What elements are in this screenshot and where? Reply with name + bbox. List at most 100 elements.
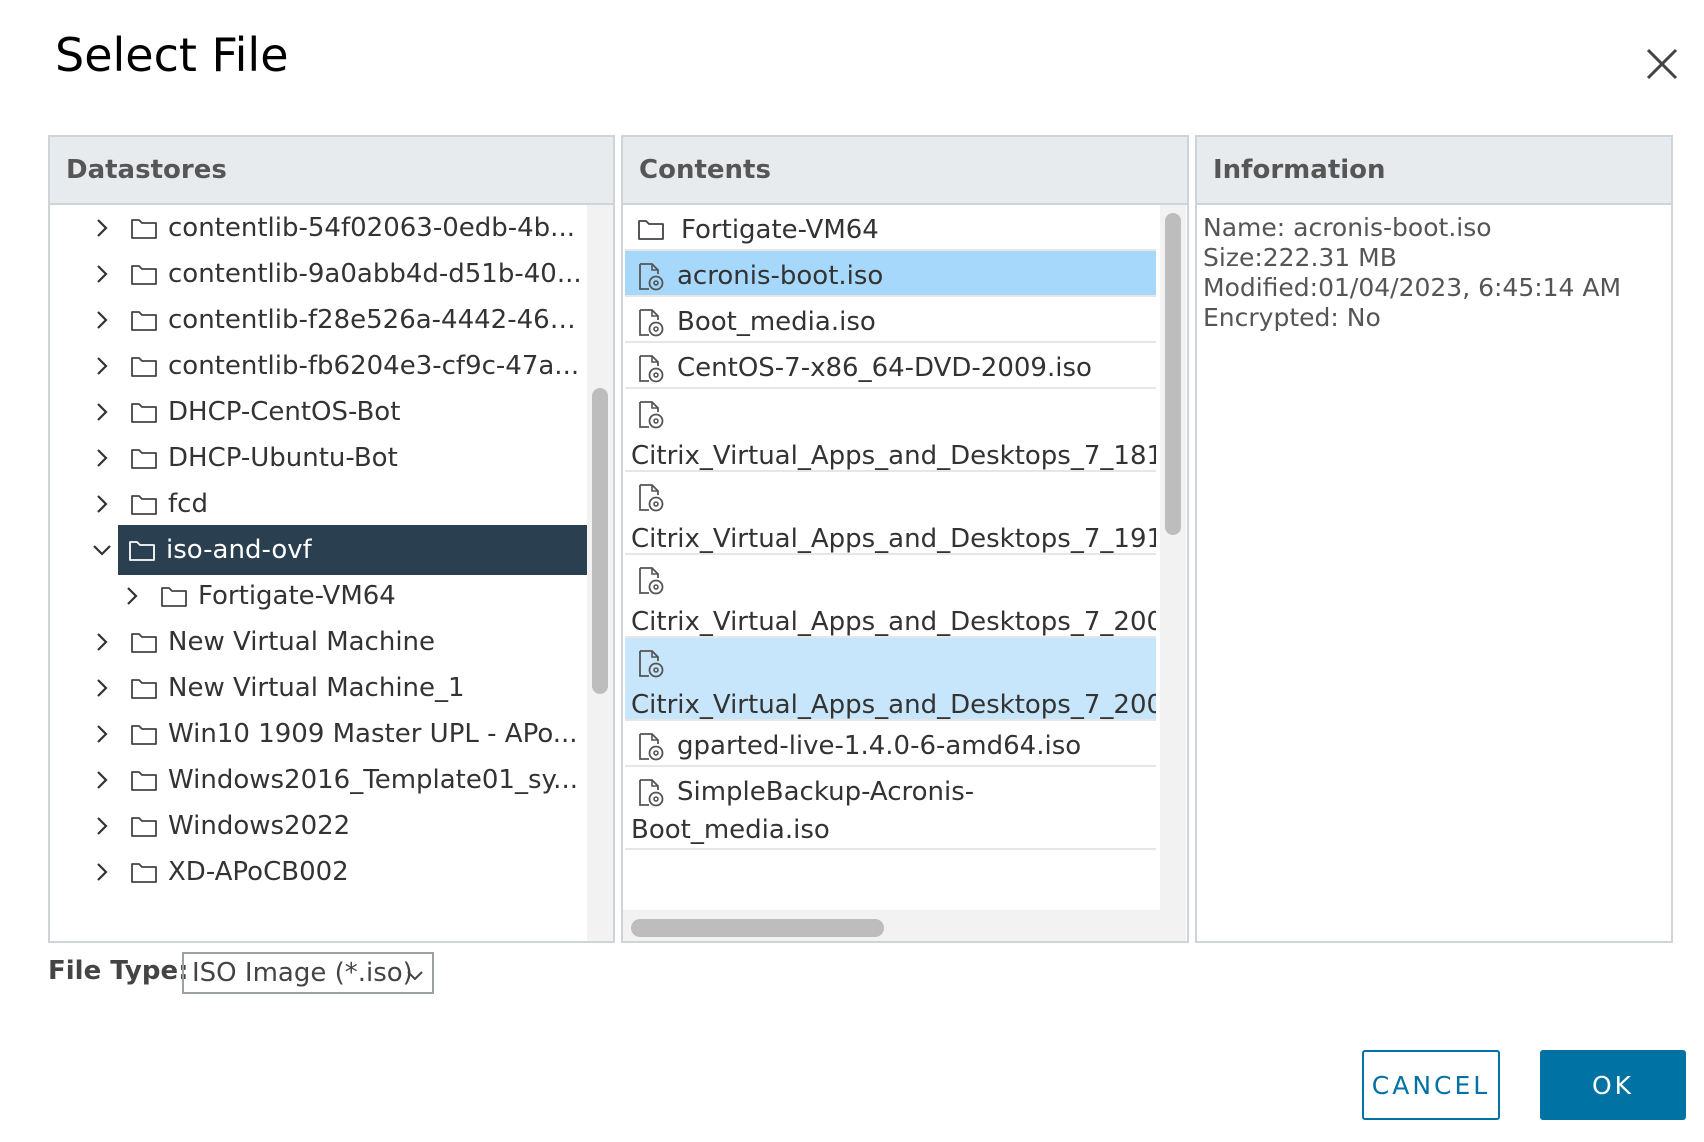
chevron-right-icon[interactable]: [90, 400, 114, 424]
info-encrypted: Encrypted: No: [1203, 303, 1381, 332]
tree-item[interactable]: fcd: [50, 479, 587, 529]
tree-item-label: contentlib-54f02063-0edb-4b...: [168, 213, 575, 243]
iso-file-icon: [637, 649, 665, 679]
chevron-right-icon[interactable]: [90, 446, 114, 470]
iso-file-icon: [637, 566, 665, 596]
tree-item[interactable]: DHCP-Ubuntu-Bot: [50, 433, 587, 483]
content-file-item[interactable]: Boot_media.iso: [625, 297, 1156, 343]
chevron-right-icon[interactable]: [90, 630, 114, 654]
close-icon[interactable]: [1638, 40, 1686, 88]
content-item-name: CentOS-7-x86_64-DVD-2009.iso: [677, 353, 1092, 383]
tree-item-label: contentlib-9a0abb4d-d51b-40...: [168, 259, 582, 289]
content-file-item[interactable]: Citrix_Virtual_Apps_and_Desktops_7_200: [625, 555, 1156, 638]
tree-item-label: contentlib-fb6204e3-cf9c-47a...: [168, 351, 580, 381]
chevron-down-icon: [404, 964, 426, 986]
tree-item-label: XD-APoCB002: [168, 857, 349, 887]
contents-vertical-scrollbar[interactable]: [1160, 205, 1186, 941]
tree-item-label: DHCP-Ubuntu-Bot: [168, 443, 398, 473]
cancel-button[interactable]: CANCEL: [1362, 1050, 1500, 1120]
tree-item-label: iso-and-ovf: [166, 535, 312, 565]
chevron-right-icon[interactable]: [90, 354, 114, 378]
tree-item[interactable]: New Virtual Machine_1: [50, 663, 587, 713]
content-item-name: Boot_media.iso: [677, 307, 876, 337]
chevron-right-icon[interactable]: [90, 262, 114, 286]
iso-file-icon: [637, 778, 665, 808]
iso-file-icon: [637, 262, 665, 292]
content-file-item[interactable]: acronis-boot.iso: [625, 251, 1156, 297]
chevron-right-icon[interactable]: [90, 768, 114, 792]
tree-item[interactable]: Windows2022: [50, 801, 587, 851]
iso-file-icon: [637, 308, 665, 338]
folder-icon: [160, 583, 188, 609]
content-item-name: SimpleBackup-Acronis-: [677, 777, 975, 807]
content-item-name: Citrix_Virtual_Apps_and_Desktops_7_200: [631, 607, 1156, 637]
tree-item[interactable]: XD-APoCB002: [50, 847, 587, 897]
info-name: Name: acronis-boot.iso: [1203, 213, 1492, 242]
content-file-item[interactable]: SimpleBackup-Acronis- Boot_media.iso: [625, 767, 1156, 850]
content-file-item[interactable]: Citrix_Virtual_Apps_and_Desktops_7_1912: [625, 472, 1156, 555]
tree-item[interactable]: New Virtual Machine: [50, 617, 587, 667]
file-type-value: ISO Image (*.iso): [192, 958, 413, 988]
tree-item[interactable]: contentlib-9a0abb4d-d51b-40...: [50, 249, 587, 299]
tree-item[interactable]: contentlib-fb6204e3-cf9c-47a...: [50, 341, 587, 391]
contents-panel: Contents SimpleBackup-Acronis- Boot_media…: [621, 135, 1189, 943]
tree-item[interactable]: Fortigate-VM64: [50, 571, 587, 621]
tree-item-selected[interactable]: iso-and-ovf: [93, 525, 587, 575]
folder-icon: [130, 445, 158, 471]
content-file-item[interactable]: Citrix_Virtual_Apps_and_Desktops_7_200: [625, 638, 1156, 721]
chevron-right-icon[interactable]: [90, 676, 114, 700]
file-type-select[interactable]: ISO Image (*.iso): [182, 952, 434, 994]
chevron-right-icon[interactable]: [120, 584, 144, 608]
chevron-right-icon[interactable]: [90, 308, 114, 332]
datastores-scrollbar[interactable]: [587, 205, 613, 941]
chevron-right-icon[interactable]: [90, 492, 114, 516]
folder-icon: [130, 859, 158, 885]
chevron-right-icon[interactable]: [90, 860, 114, 884]
folder-icon: [130, 813, 158, 839]
tree-item[interactable]: contentlib-f28e526a-4442-46a...: [50, 295, 587, 345]
contents-horizontal-scroll-thumb[interactable]: [631, 919, 884, 937]
folder-icon: [637, 216, 665, 246]
file-type-label: File Type:: [48, 956, 189, 986]
information-header: Information: [1197, 137, 1671, 205]
tree-item-label: Windows2022: [168, 811, 351, 841]
contents-list: SimpleBackup-Acronis- Boot_media.iso gpart…: [623, 205, 1187, 941]
tree-item-label: Windows2016_Template01_sy...: [168, 765, 578, 795]
tree-item[interactable]: Win10 1909 Master UPL - APo...: [50, 709, 587, 759]
information-body: Name: acronis-boot.iso Size:222.31 MB Mo…: [1197, 205, 1671, 941]
content-file-item[interactable]: gparted-live-1.4.0-6-amd64.iso: [625, 721, 1156, 767]
folder-icon: [130, 721, 158, 747]
chevron-right-icon[interactable]: [90, 722, 114, 746]
tree-item[interactable]: DHCP-CentOS-Bot: [50, 387, 587, 437]
iso-file-icon: [637, 400, 665, 430]
tree-item-label: New Virtual Machine_1: [168, 673, 465, 703]
folder-icon: [130, 307, 158, 333]
info-modified: Modified:01/04/2023, 6:45:14 AM: [1203, 273, 1622, 302]
folder-icon: [130, 353, 158, 379]
content-item-name: gparted-live-1.4.0-6-amd64.iso: [677, 731, 1082, 761]
folder-icon: [130, 215, 158, 241]
tree-item-label: contentlib-f28e526a-4442-46a...: [168, 305, 587, 335]
iso-file-icon: [637, 483, 665, 513]
folder-icon: [128, 537, 156, 563]
tree-item-label: Win10 1909 Master UPL - APo...: [168, 719, 578, 749]
chevron-down-icon[interactable]: [90, 538, 114, 562]
datastores-scroll-thumb[interactable]: [592, 388, 608, 694]
content-folder-item[interactable]: Fortigate-VM64: [625, 205, 1156, 251]
chevron-right-icon[interactable]: [90, 216, 114, 240]
contents-horizontal-scrollbar[interactable]: [623, 910, 1160, 941]
iso-file-icon: [637, 354, 665, 384]
tree-item[interactable]: contentlib-54f02063-0edb-4b...: [50, 205, 587, 253]
folder-icon: [130, 629, 158, 655]
contents-vertical-scroll-thumb[interactable]: [1165, 213, 1181, 535]
content-file-item[interactable]: CentOS-7-x86_64-DVD-2009.iso: [625, 343, 1156, 389]
tree-item[interactable]: Windows2016_Template01_sy...: [50, 755, 587, 805]
chevron-right-icon[interactable]: [90, 814, 114, 838]
ok-button[interactable]: OK: [1540, 1050, 1686, 1120]
content-file-item[interactable]: Citrix_Virtual_Apps_and_Desktops_7_1811: [625, 389, 1156, 472]
folder-icon: [130, 399, 158, 425]
datastores-header: Datastores: [50, 137, 613, 205]
content-item-name: Citrix_Virtual_Apps_and_Desktops_7_1811: [631, 441, 1156, 471]
contents-header: Contents: [623, 137, 1187, 205]
content-item-name: Citrix_Virtual_Apps_and_Desktops_7_200: [631, 690, 1156, 720]
